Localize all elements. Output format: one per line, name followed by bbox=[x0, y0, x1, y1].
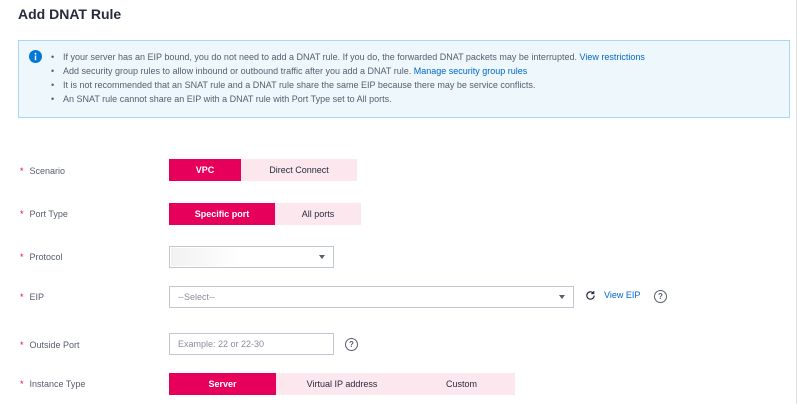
notice-list: If your server has an EIP bound, you do … bbox=[49, 50, 645, 106]
manage-security-group-rules-link[interactable]: Manage security group rules bbox=[414, 66, 528, 76]
instance-type-segmented-control: Server Virtual IP address Custom bbox=[169, 373, 515, 395]
required-mark: * bbox=[20, 252, 24, 262]
notice-item: Add security group rules to allow inboun… bbox=[49, 64, 645, 78]
outside-port-input[interactable]: Example: 22 or 22-30 bbox=[169, 333, 334, 355]
notice-text: If your server has an EIP bound, you do … bbox=[63, 52, 577, 62]
notice-text: Add security group rules to allow inboun… bbox=[63, 66, 412, 76]
info-icon bbox=[29, 50, 42, 63]
info-notice: If your server has an EIP bound, you do … bbox=[18, 40, 790, 118]
page-title: Add DNAT Rule bbox=[18, 6, 122, 22]
scenario-direct-connect-option[interactable]: Direct Connect bbox=[241, 159, 357, 181]
help-icon[interactable]: ? bbox=[345, 338, 358, 351]
port-type-specific-port-option[interactable]: Specific port bbox=[169, 203, 275, 225]
port-type-label-text: Port Type bbox=[29, 209, 68, 219]
instance-type-server-option[interactable]: Server bbox=[169, 373, 276, 395]
view-eip-link[interactable]: View EIP bbox=[604, 290, 640, 300]
required-mark: * bbox=[20, 292, 24, 302]
outside-port-label: * Outside Port bbox=[20, 340, 80, 350]
view-restrictions-link[interactable]: View restrictions bbox=[579, 52, 644, 62]
port-type-all-ports-option[interactable]: All ports bbox=[275, 203, 361, 225]
instance-type-label: * Instance Type bbox=[20, 379, 85, 389]
required-mark: * bbox=[20, 209, 24, 219]
notice-text: An SNAT rule cannot share an EIP with a … bbox=[63, 94, 392, 104]
protocol-select[interactable] bbox=[169, 246, 334, 268]
port-type-label: * Port Type bbox=[20, 209, 68, 219]
instance-type-virtual-ip-option[interactable]: Virtual IP address bbox=[276, 373, 408, 395]
required-mark: * bbox=[20, 379, 24, 389]
port-type-segmented-control: Specific port All ports bbox=[169, 203, 361, 225]
chevron-down-icon bbox=[319, 255, 325, 259]
eip-select[interactable]: --Select-- bbox=[169, 286, 574, 308]
protocol-label-text: Protocol bbox=[29, 252, 63, 262]
eip-placeholder: --Select-- bbox=[178, 292, 216, 302]
scenario-label-text: Scenario bbox=[29, 166, 66, 176]
required-mark: * bbox=[20, 166, 24, 176]
protocol-label: * Protocol bbox=[20, 252, 63, 262]
scenario-label: * Scenario bbox=[20, 166, 65, 176]
scenario-vpc-option[interactable]: VPC bbox=[169, 159, 241, 181]
eip-label-text: EIP bbox=[29, 292, 45, 302]
required-mark: * bbox=[20, 340, 24, 350]
chevron-down-icon bbox=[559, 295, 565, 299]
scenario-segmented-control: VPC Direct Connect bbox=[169, 159, 357, 181]
eip-label: * EIP bbox=[20, 292, 44, 302]
notice-item: It is not recommended that an SNAT rule … bbox=[49, 78, 645, 92]
refresh-icon[interactable] bbox=[585, 290, 596, 301]
instance-type-custom-option[interactable]: Custom bbox=[408, 373, 515, 395]
notice-item: If your server has an EIP bound, you do … bbox=[49, 50, 645, 64]
outside-port-label-text: Outside Port bbox=[29, 340, 80, 350]
help-icon[interactable]: ? bbox=[654, 290, 667, 303]
instance-type-label-text: Instance Type bbox=[29, 379, 86, 389]
notice-item: An SNAT rule cannot share an EIP with a … bbox=[49, 92, 645, 106]
protocol-selected-value bbox=[171, 248, 241, 266]
notice-text: It is not recommended that an SNAT rule … bbox=[63, 80, 536, 90]
